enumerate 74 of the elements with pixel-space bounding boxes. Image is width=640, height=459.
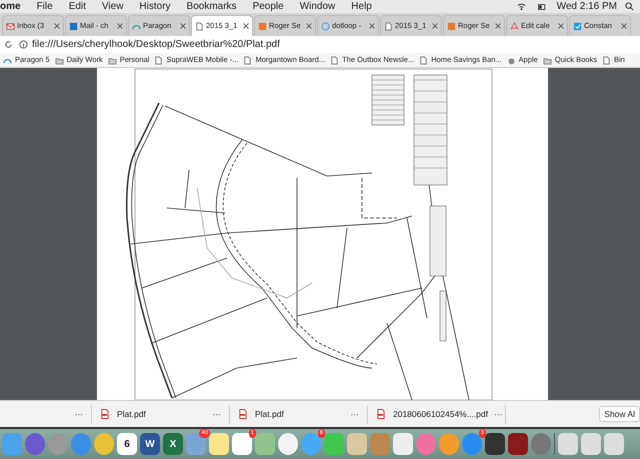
- close-icon: [369, 23, 375, 29]
- menu-item[interactable]: Edit: [68, 0, 86, 13]
- app-icon[interactable]: [558, 433, 578, 455]
- file-name: Plat.pdf: [255, 408, 284, 420]
- app-icon[interactable]: 6: [117, 433, 137, 455]
- app-icon[interactable]: [604, 433, 624, 455]
- close-icon: [558, 23, 564, 29]
- page-icon: [330, 56, 340, 64]
- more-options-button[interactable]: ···: [212, 408, 221, 420]
- more-options-button[interactable]: ···: [350, 408, 359, 420]
- page-icon: [602, 56, 611, 64]
- pdf-file-icon: [376, 409, 385, 419]
- url-text: file:///Users/cherylhook/Desktop/Sweetbriar%20/Plat.pdf: [32, 38, 280, 52]
- app-letter: X: [170, 438, 176, 452]
- close-icon: [621, 23, 627, 29]
- page-icon: [195, 22, 204, 30]
- app-icon[interactable]: [25, 433, 45, 455]
- menu-item[interactable]: View: [102, 0, 124, 13]
- reload-icon: [4, 40, 13, 49]
- show-all-button[interactable]: Show Al: [599, 406, 640, 422]
- info-icon: [19, 40, 28, 49]
- checkbox-icon: [573, 22, 582, 30]
- app-menu[interactable]: ome: [0, 0, 21, 13]
- square-icon: [447, 22, 456, 30]
- calendar-date: 6: [124, 438, 130, 452]
- download-item[interactable]: 20180606102454%....pdf: [376, 408, 488, 420]
- pdf-file-icon: [100, 409, 109, 419]
- file-name: Plat.pdf: [117, 408, 146, 420]
- page-icon: [419, 56, 428, 64]
- menu-clock: Wed 2:16 PM: [556, 0, 617, 13]
- app-icon[interactable]: [508, 433, 528, 455]
- app-icon[interactable]: [393, 433, 413, 455]
- app-icon[interactable]: W: [140, 433, 160, 455]
- close-icon: [117, 23, 123, 29]
- close-icon: [54, 23, 60, 29]
- square-icon: [258, 22, 267, 30]
- circle-icon: [321, 22, 330, 30]
- menu-item[interactable]: People: [252, 0, 284, 13]
- address-bar[interactable]: file:///Users/cherylhook/Desktop/Sweetbriar%20/Plat.pdf: [19, 37, 636, 52]
- menu-item[interactable]: Bookmarks: [186, 0, 237, 13]
- app-icon[interactable]: [531, 433, 551, 455]
- app-icon[interactable]: [347, 433, 367, 455]
- download-item[interactable]: Plat.pdf: [238, 408, 284, 420]
- app-icon[interactable]: [209, 433, 229, 455]
- close-icon: [243, 23, 249, 29]
- close-icon: [180, 23, 186, 29]
- page-icon: [243, 56, 252, 64]
- more-options-button[interactable]: ···: [494, 408, 503, 420]
- menu-item[interactable]: File: [36, 0, 53, 13]
- app-icon[interactable]: [94, 433, 114, 455]
- app-icon[interactable]: [255, 433, 275, 455]
- folder-icon: [108, 56, 117, 64]
- mail-icon: [6, 22, 15, 30]
- menu-item[interactable]: Window: [300, 0, 336, 13]
- page-icon: [384, 22, 393, 30]
- search-icon: [625, 2, 634, 11]
- pdf-file-icon: [238, 409, 247, 419]
- app-icon[interactable]: [581, 433, 601, 455]
- file-name: 20180606102454%....pdf: [393, 408, 488, 420]
- wifi-icon: [516, 2, 527, 11]
- close-icon: [306, 23, 312, 29]
- close-icon: [432, 23, 438, 29]
- folder-icon: [542, 56, 552, 64]
- page-icon: [154, 56, 164, 64]
- app-letter: W: [145, 438, 155, 452]
- app-icon[interactable]: [278, 433, 298, 455]
- more-options-button[interactable]: ···: [74, 408, 83, 420]
- menu-item[interactable]: Help: [351, 0, 372, 13]
- close-icon: [495, 23, 501, 29]
- menu-item[interactable]: History: [139, 0, 171, 13]
- app-icon[interactable]: [485, 433, 505, 455]
- app-icon[interactable]: X: [163, 433, 183, 455]
- folder-icon: [54, 56, 64, 64]
- download-item[interactable]: Plat.pdf: [100, 408, 146, 420]
